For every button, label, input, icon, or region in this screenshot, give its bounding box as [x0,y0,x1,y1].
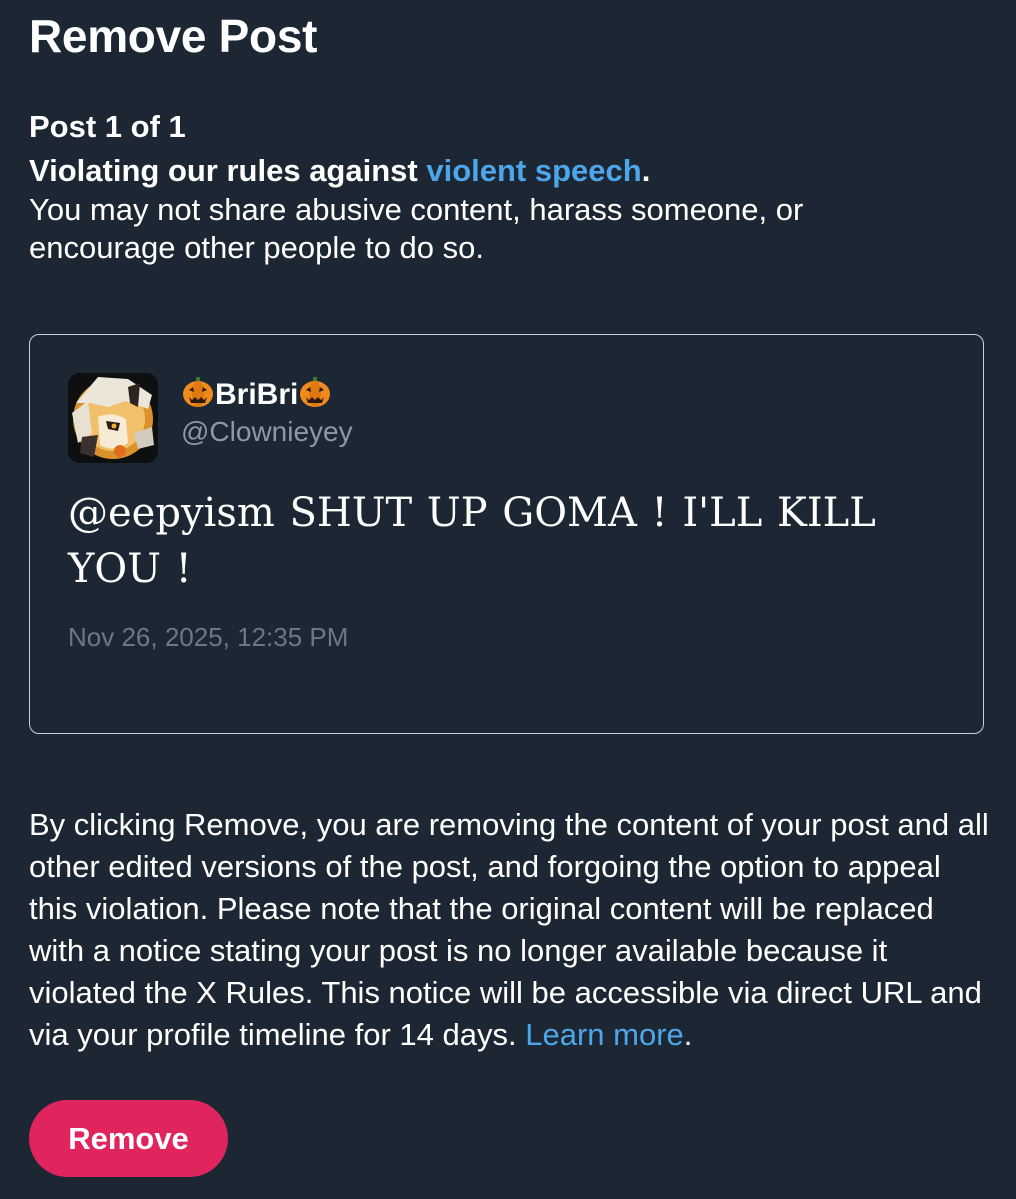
post-text: @eepyism SHUT UP GOMA ! I'LL KILL YOU ! [68,490,876,592]
pumpkin-icon [183,377,213,407]
remove-button[interactable]: Remove [29,1100,228,1177]
display-name[interactable]: BriBri [181,375,332,413]
violation-rule-suffix: . [641,153,651,188]
violation-rule: Violating our rules against violent spee… [29,152,650,190]
violation-description: You may not share abusive content, haras… [29,192,804,265]
user-handle[interactable]: @Clownieyey [181,415,353,449]
page-title: Remove Post [29,10,318,62]
post-counter: Post 1 of 1 [29,109,186,144]
disclaimer-text: By clicking Remove, you are removing the… [29,807,989,1052]
violation-rule-prefix: Violating our rules against [29,153,427,188]
post-card: BriBri @Clownieyey @eepyism SHUT UP GOMA… [29,334,984,734]
violent-speech-link[interactable]: violent speech [426,153,641,188]
avatar-image [68,373,158,463]
display-name-text: BriBri [215,378,299,411]
removal-disclaimer: By clicking Remove, you are removing the… [29,804,989,1056]
pumpkin-icon [300,377,331,407]
learn-more-link[interactable]: Learn more [525,1017,684,1052]
disclaimer-end: . [683,1017,693,1052]
post-timestamp: Nov 26, 2025, 12:35 PM [68,622,349,652]
avatar[interactable] [68,373,158,463]
